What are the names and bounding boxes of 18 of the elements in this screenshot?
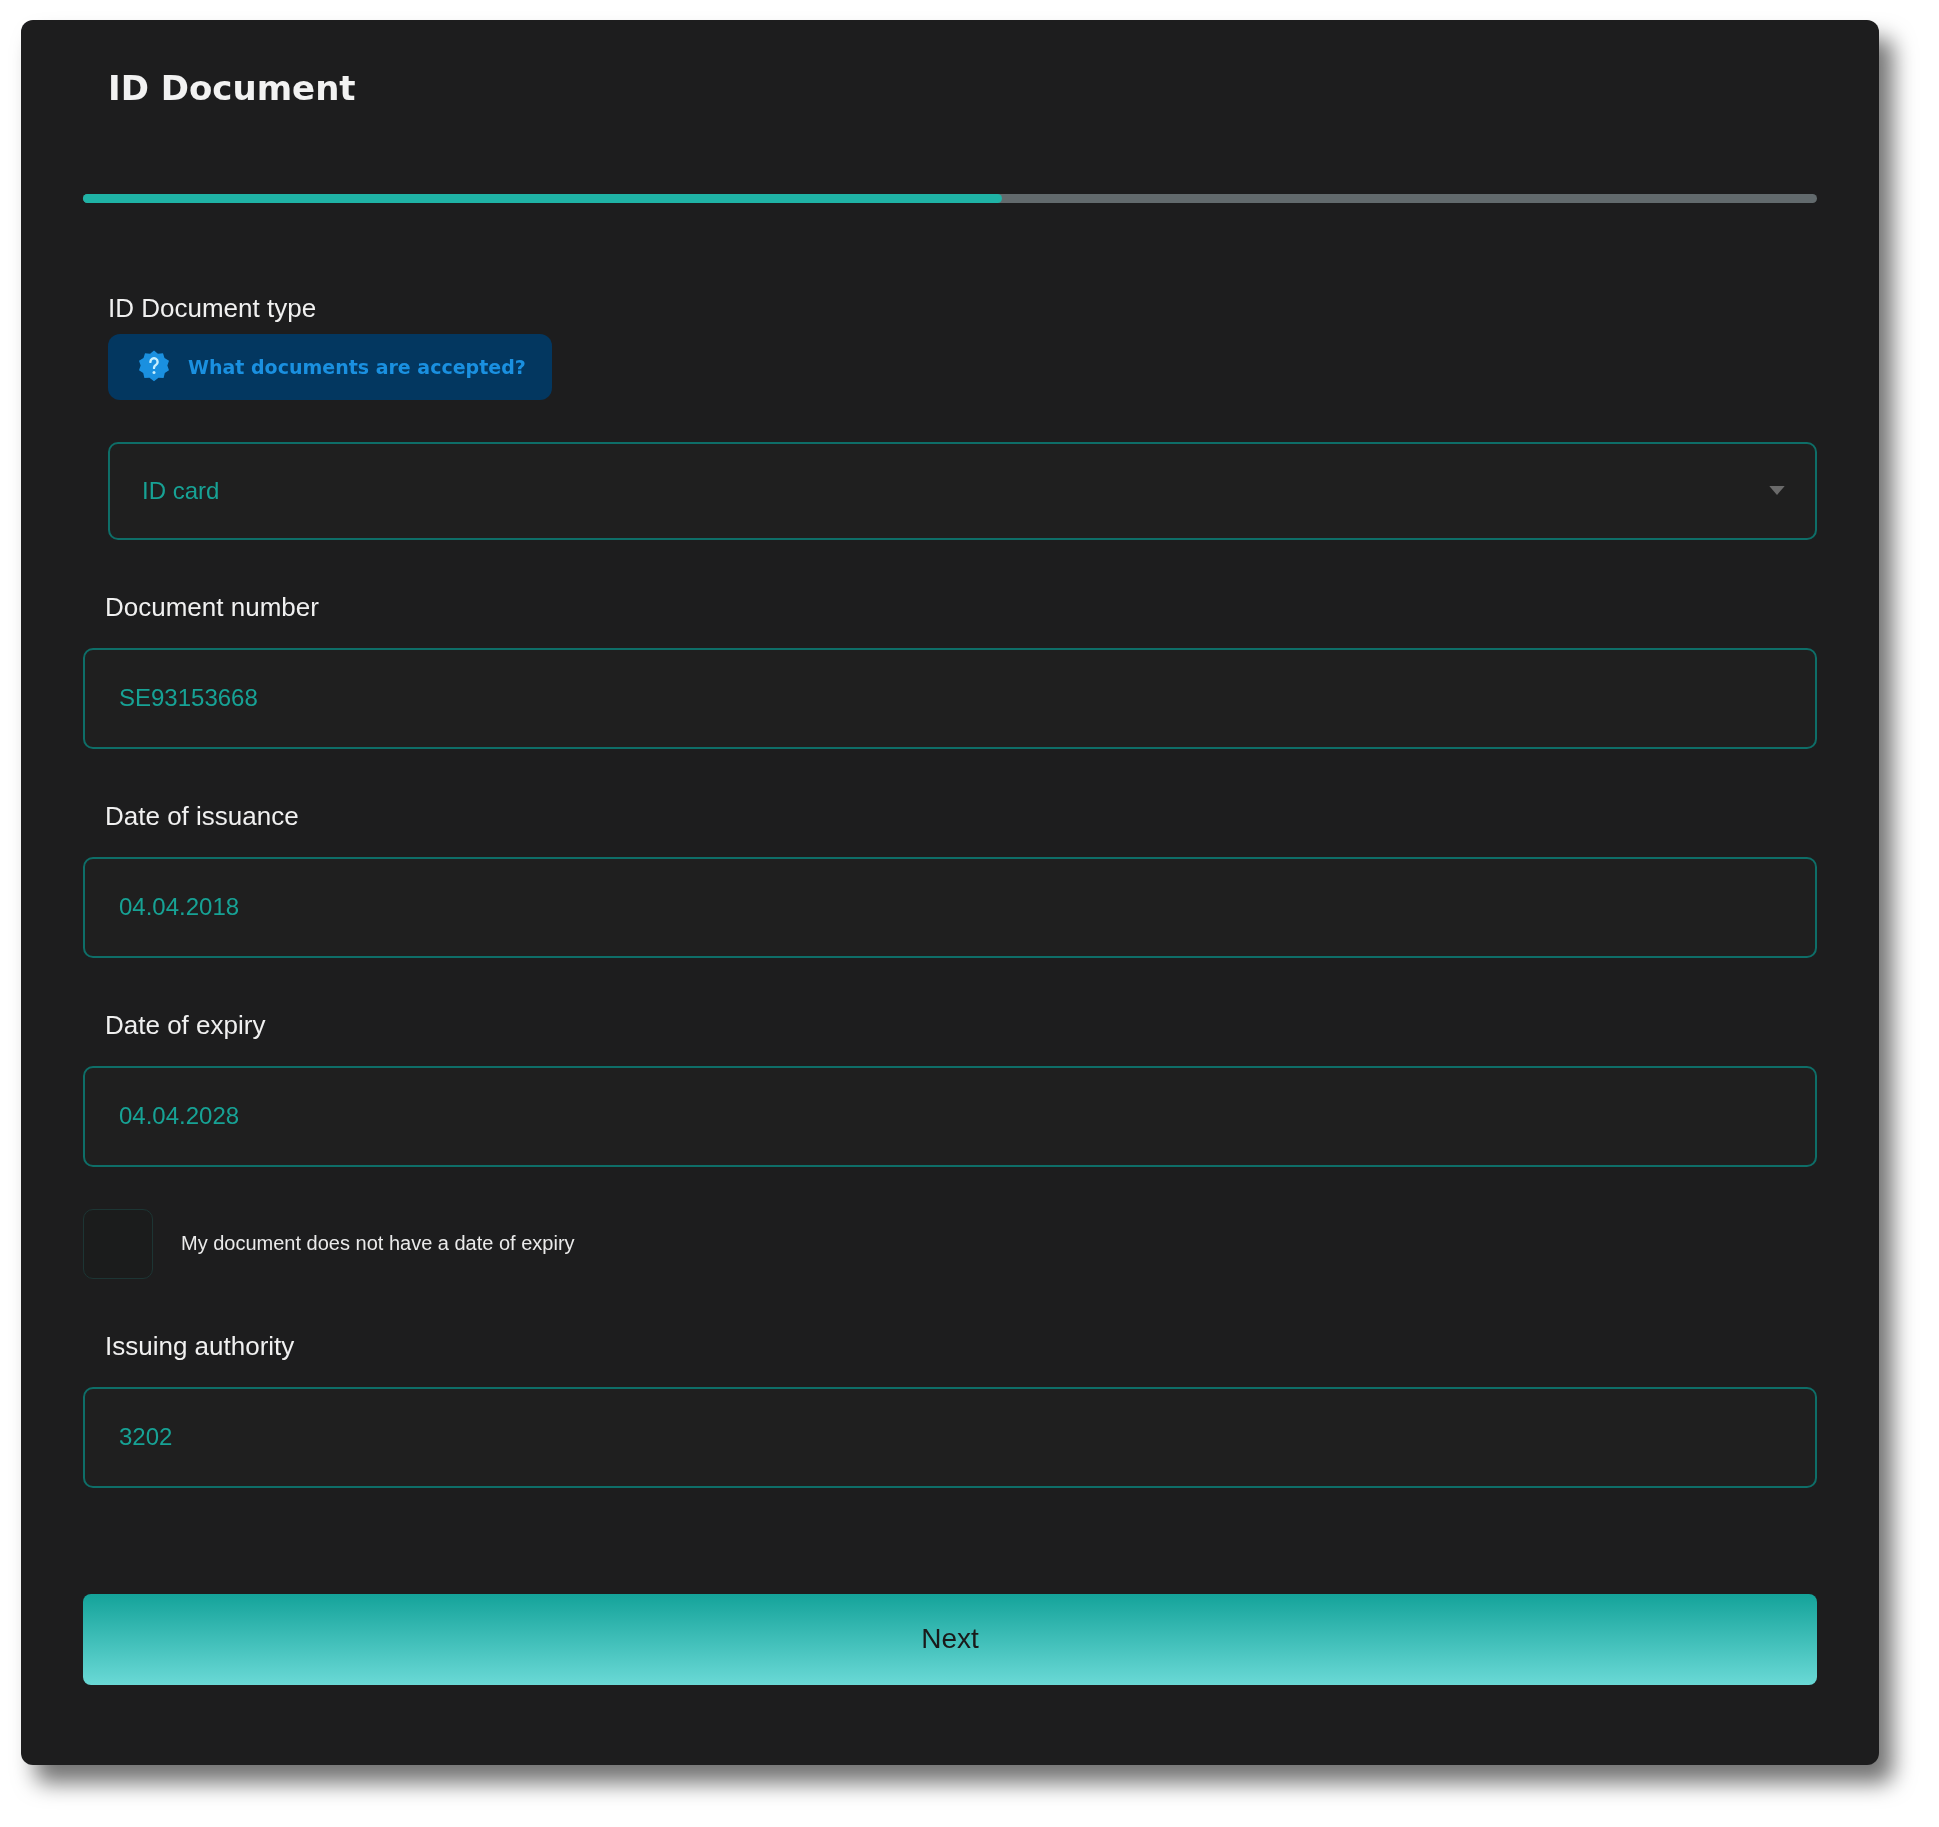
field-label: Issuing authority — [105, 1330, 295, 1362]
field-label: Date of issuance — [105, 800, 299, 832]
select-value: ID card — [142, 476, 220, 505]
checkbox[interactable] — [83, 1208, 153, 1279]
input-field[interactable]: 04.04.2028 — [83, 1065, 1817, 1167]
page-title: ID Document — [108, 68, 356, 109]
field-label: ID Document type — [108, 292, 317, 324]
help-link[interactable]: What documents are accepted? — [108, 333, 552, 400]
field-label: Date of expiry — [105, 1009, 266, 1041]
checkbox-label: My document does not have a date of expiry — [181, 1232, 575, 1256]
caret-icon — [1769, 486, 1785, 496]
document-type-select[interactable]: ID card — [108, 441, 1817, 540]
input-field[interactable]: 04.04.2018 — [83, 856, 1817, 958]
input-field[interactable]: SE93153668 — [83, 647, 1817, 749]
field-label: Document number — [105, 591, 319, 623]
input-field[interactable]: 3202 — [83, 1386, 1817, 1488]
help-link-text: What documents are accepted? — [188, 355, 526, 378]
next-button[interactable]: Next — [83, 1593, 1817, 1685]
